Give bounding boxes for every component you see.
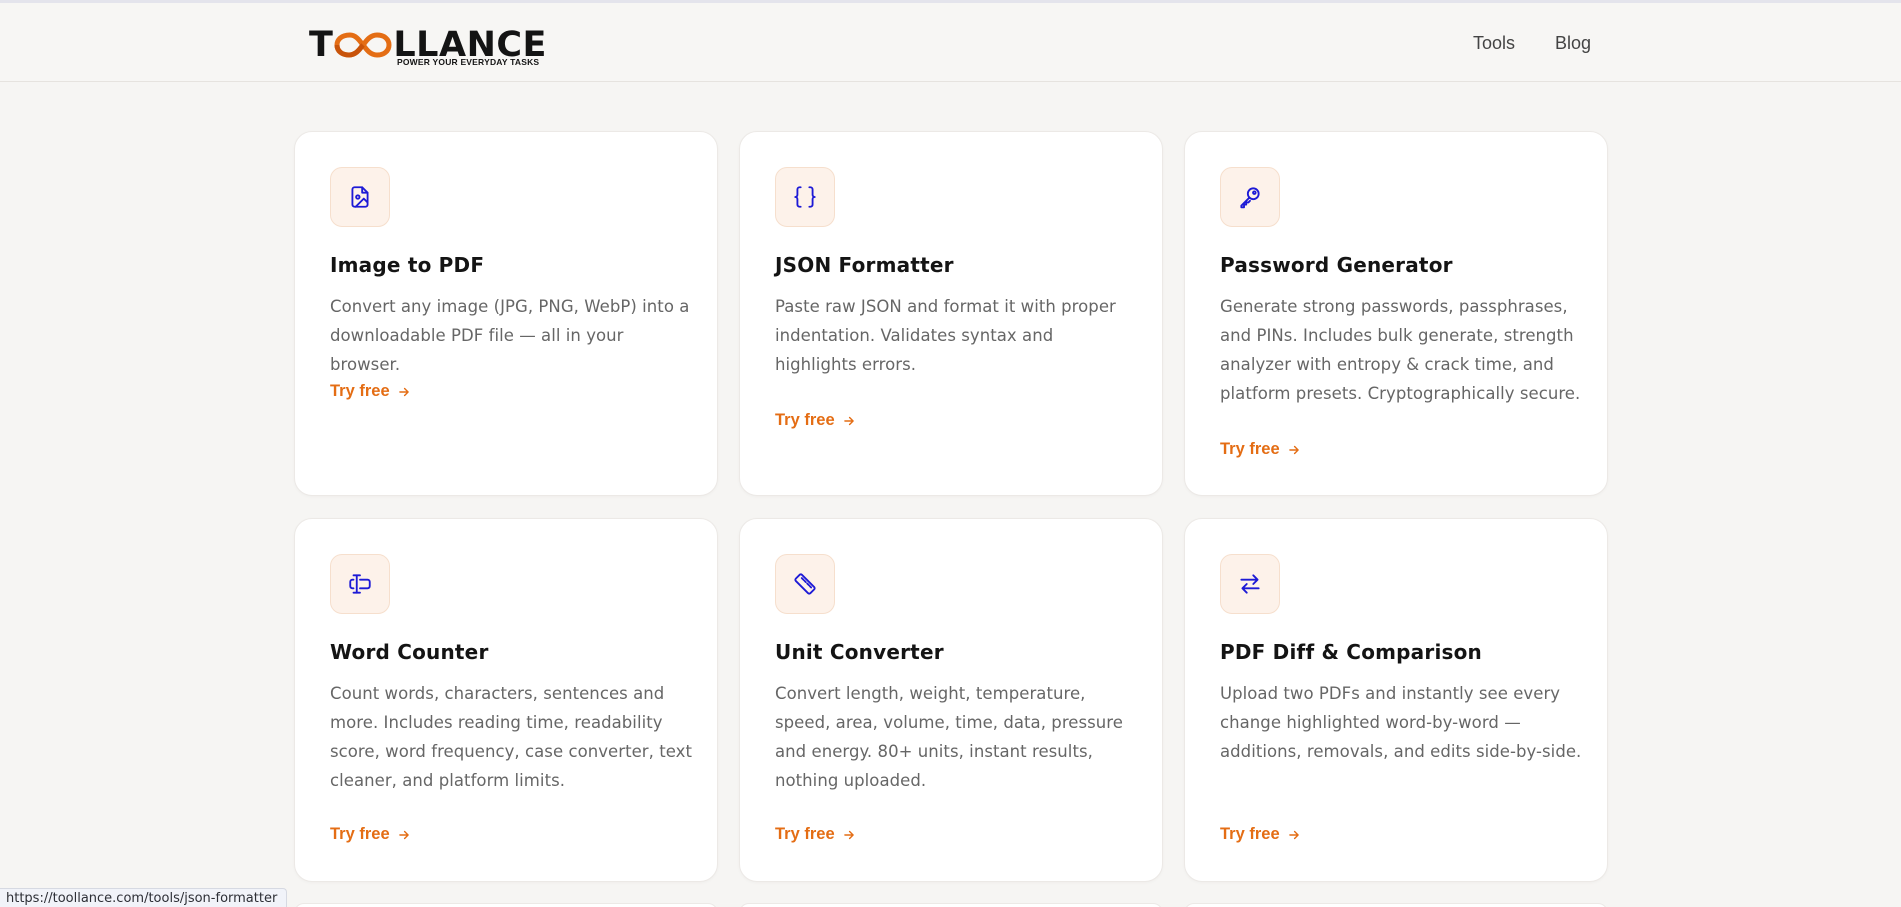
try-free-link[interactable]: Try free	[775, 825, 856, 844]
nav-link-blog[interactable]: Blog	[1555, 33, 1591, 54]
tool-title: Unit Converter	[775, 640, 944, 664]
tool-icon-box	[1220, 554, 1280, 614]
tool-description: Convert length, weight, temperature, spe…	[775, 684, 1123, 790]
key-icon	[1240, 187, 1260, 209]
tool-card-partial[interactable]	[1184, 903, 1608, 907]
nav-link-tools[interactable]: Tools	[1473, 33, 1515, 54]
arrow-right-icon	[843, 830, 854, 839]
tool-description: Paste raw JSON and format it with proper…	[775, 297, 1116, 374]
tool-card-image-to-pdf[interactable]: Image to PDF Convert any image (JPG, PNG…	[294, 131, 718, 496]
tool-icon-box	[775, 167, 835, 227]
tool-title: Word Counter	[330, 640, 489, 664]
arrow-right-icon	[843, 416, 854, 425]
try-free-label: Try free	[775, 411, 835, 429]
text-cursor-icon	[349, 574, 371, 594]
tool-description: Count words, characters, sentences and m…	[330, 684, 692, 790]
tool-card-password-generator[interactable]: Password Generator Generate strong passw…	[1184, 131, 1608, 496]
toollance-logo[interactable]: T LLANCE POWER YOUR EVERYDAY TASKS	[309, 25, 546, 70]
tool-icon-box	[330, 554, 390, 614]
tool-card-unit-converter[interactable]: Unit Converter Convert length, weight, t…	[739, 518, 1163, 882]
tool-icon-box	[1220, 167, 1280, 227]
tool-title: PDF Diff & Comparison	[1220, 640, 1482, 664]
infinity-loop-icon	[334, 32, 392, 58]
tool-card-pdf-diff[interactable]: PDF Diff & Comparison Upload two PDFs an…	[1184, 518, 1608, 882]
try-free-link[interactable]: Try free	[330, 382, 411, 401]
tool-description: Convert any image (JPG, PNG, WebP) into …	[330, 297, 690, 374]
tool-title: JSON Formatter	[775, 253, 954, 277]
site-header: T LLANCE POWER YOUR EVERYDAY TASKS Tools…	[0, 0, 1901, 82]
arrow-right-icon	[398, 387, 409, 396]
try-free-label: Try free	[1220, 440, 1280, 458]
arrow-right-icon	[1288, 830, 1299, 839]
try-free-label: Try free	[330, 825, 390, 843]
try-free-link[interactable]: Try free	[1220, 825, 1301, 844]
arrow-right-icon	[398, 830, 409, 839]
logo-letter-t: T	[309, 25, 334, 65]
arrow-right-icon	[1288, 445, 1299, 454]
try-free-label: Try free	[775, 825, 835, 843]
swap-arrows-icon	[1240, 574, 1260, 594]
try-free-label: Try free	[1220, 825, 1280, 843]
try-free-link[interactable]: Try free	[1220, 440, 1301, 459]
ruler-icon	[794, 573, 816, 595]
tool-icon-box	[330, 167, 390, 227]
tool-icon-box	[775, 554, 835, 614]
tool-card-partial[interactable]	[739, 903, 1163, 907]
image-file-icon	[351, 186, 369, 208]
tool-card-json-formatter[interactable]: JSON Formatter Paste raw JSON and format…	[739, 131, 1163, 496]
try-free-link[interactable]: Try free	[775, 411, 856, 430]
link-preview-status-bar: https://toollance.com/tools/json-formatt…	[0, 888, 288, 907]
logo-tagline: POWER YOUR EVERYDAY TASKS	[397, 57, 540, 67]
braces-icon	[794, 186, 816, 208]
try-free-label: Try free	[330, 382, 390, 400]
try-free-link[interactable]: Try free	[330, 825, 411, 844]
tool-title: Password Generator	[1220, 253, 1453, 277]
tool-title: Image to PDF	[330, 253, 485, 277]
tool-card-partial[interactable]	[294, 903, 718, 907]
tool-description: Upload two PDFs and instantly see every …	[1220, 684, 1582, 761]
tool-description: Generate strong passwords, passphrases, …	[1220, 297, 1581, 403]
tool-card-word-counter[interactable]: Word Counter Count words, characters, se…	[294, 518, 718, 882]
